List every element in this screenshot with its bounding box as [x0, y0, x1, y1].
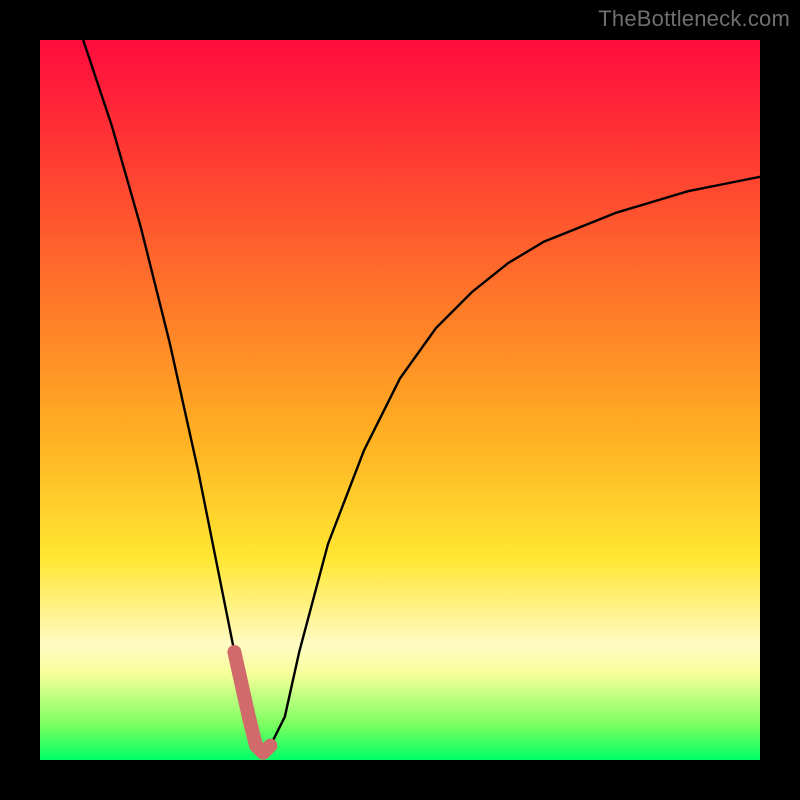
- bottleneck-curve-svg: [40, 40, 760, 760]
- bottleneck-curve-path: [83, 40, 760, 753]
- chart-plot-area: [40, 40, 760, 760]
- watermark-text: TheBottleneck.com: [598, 6, 790, 32]
- min-region-highlight-path: [234, 652, 270, 753]
- chart-frame: TheBottleneck.com: [0, 0, 800, 800]
